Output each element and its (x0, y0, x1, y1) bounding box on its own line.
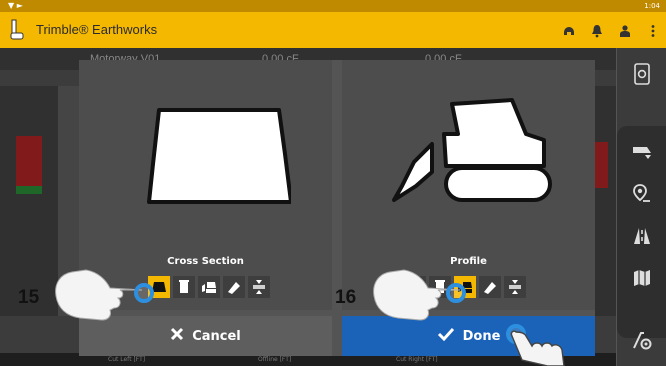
callout-15: 15 (18, 287, 40, 308)
notification-icons: ▼ ► (8, 1, 23, 10)
callout-16: 16 (335, 287, 357, 308)
tilt-icon[interactable] (223, 276, 245, 298)
done-label: Done (462, 328, 501, 344)
tilt-icon[interactable] (479, 276, 501, 298)
map-icon[interactable] (617, 258, 666, 298)
status-bar: ▼ ► 1:04 (0, 0, 666, 12)
app-bar-actions (562, 12, 660, 48)
close-icon (170, 327, 184, 345)
bucket-front-icon[interactable] (173, 276, 195, 298)
clock: 1:04 (644, 2, 660, 10)
app-bar: Trimble® Earthworks (0, 12, 666, 48)
right-sidebar (616, 48, 666, 366)
touch-indicator-15 (134, 283, 154, 303)
dozer-side-icon[interactable] (198, 276, 220, 298)
operator-icon[interactable] (618, 23, 632, 37)
tapping-hand-icon (510, 330, 565, 366)
app-title: Trimble® Earthworks (36, 22, 158, 37)
overflow-menu-icon[interactable] (646, 23, 660, 37)
settings-phone-icon[interactable] (617, 54, 666, 94)
view-type-dialog: Cross Section Profile Cancel Done (79, 60, 595, 356)
touch-indicator-16 (446, 283, 466, 303)
cancel-label: Cancel (192, 328, 241, 344)
bell-icon[interactable] (590, 23, 604, 38)
truck-dump-icon[interactable] (617, 132, 666, 172)
location-pin-icon[interactable] (617, 174, 666, 214)
app-screen: ▼ ► 1:04 Trimble® Earthworks Motorway V0… (0, 0, 666, 366)
compress-icon[interactable] (248, 276, 270, 298)
checkmark-icon (437, 327, 455, 345)
compress-icon[interactable] (504, 276, 526, 298)
side-tab-panel (617, 126, 666, 338)
blade-front-preview (147, 108, 291, 204)
machine-settings-icon[interactable] (617, 320, 666, 360)
trimble-logo-icon (10, 19, 24, 40)
dozer-side-preview (392, 98, 552, 202)
headset-icon[interactable] (562, 23, 576, 37)
road-icon[interactable] (617, 216, 666, 256)
cross-section-options (148, 276, 270, 300)
